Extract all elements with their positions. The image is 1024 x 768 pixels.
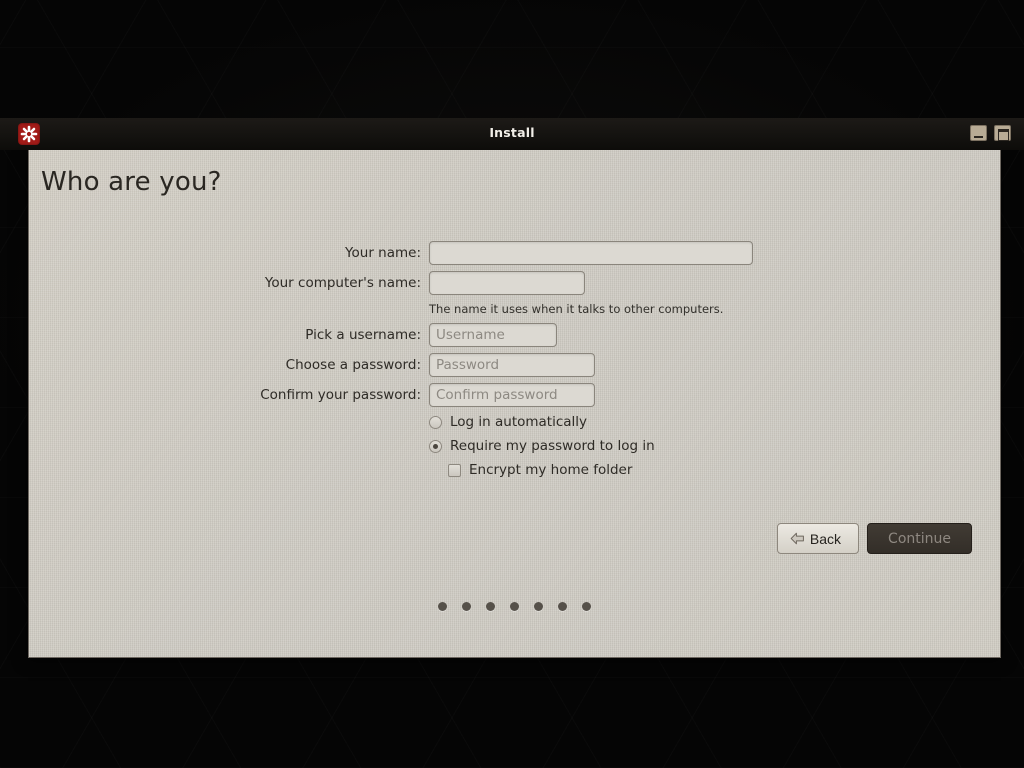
progress-dots [29,602,1000,611]
label-encrypt-home: Encrypt my home folder [469,462,633,478]
progress-dot [438,602,447,611]
page-title: Who are you? [41,167,222,197]
confirm-password-input[interactable] [429,383,595,407]
password-input[interactable] [429,353,595,377]
label-password: Choose a password: [285,357,421,373]
progress-dot [510,602,519,611]
install-window: Who are you? Your name: Your computer's … [28,150,1001,658]
minimize-button[interactable] [970,125,987,141]
option-row-require-password[interactable]: Require my password to log in [29,434,1000,458]
computer-name-hint: The name it uses when it talks to other … [429,302,724,316]
computer-name-input[interactable] [429,271,585,295]
form-row-username: Pick a username: [29,320,1000,350]
radio-log-in-automatically[interactable] [429,415,442,429]
checkbox-encrypt-home[interactable] [448,463,461,477]
back-button[interactable]: Back [776,523,860,554]
window-titlebar[interactable]: Install [0,118,1024,150]
label-computer-name: Your computer's name: [264,275,421,291]
label-require-password: Require my password to log in [450,438,655,454]
user-setup-form: Your name: Your computer's name: The nam… [29,238,1000,482]
option-row-log-in-automatically[interactable]: Log in automatically [29,410,1000,434]
back-button-label: Back [809,530,842,547]
continue-button[interactable]: Continue [867,523,972,554]
progress-dot [582,602,591,611]
label-confirm-password: Confirm your password: [260,387,421,403]
progress-dot [534,602,543,611]
progress-dot [462,602,471,611]
window-title: Install [489,125,535,140]
progress-dot [558,602,567,611]
footer-buttons: Back Continue [776,523,972,554]
radio-require-password[interactable] [429,439,442,453]
label-your-name: Your name: [345,245,421,261]
option-row-encrypt-home[interactable]: Encrypt my home folder [29,458,1000,482]
form-row-computer-name: Your computer's name: [29,268,1000,298]
form-row-password: Choose a password: [29,350,1000,380]
form-row-computer-name-hint: The name it uses when it talks to other … [29,298,1000,320]
form-row-confirm-password: Confirm your password: [29,380,1000,410]
label-log-in-automatically: Log in automatically [450,414,588,430]
maximize-button[interactable] [994,125,1011,141]
your-name-input[interactable] [429,241,753,265]
progress-dot [486,602,495,611]
arrow-left-icon [790,532,805,545]
form-row-your-name: Your name: [29,238,1000,268]
label-username: Pick a username: [305,327,421,343]
username-input[interactable] [429,323,557,347]
